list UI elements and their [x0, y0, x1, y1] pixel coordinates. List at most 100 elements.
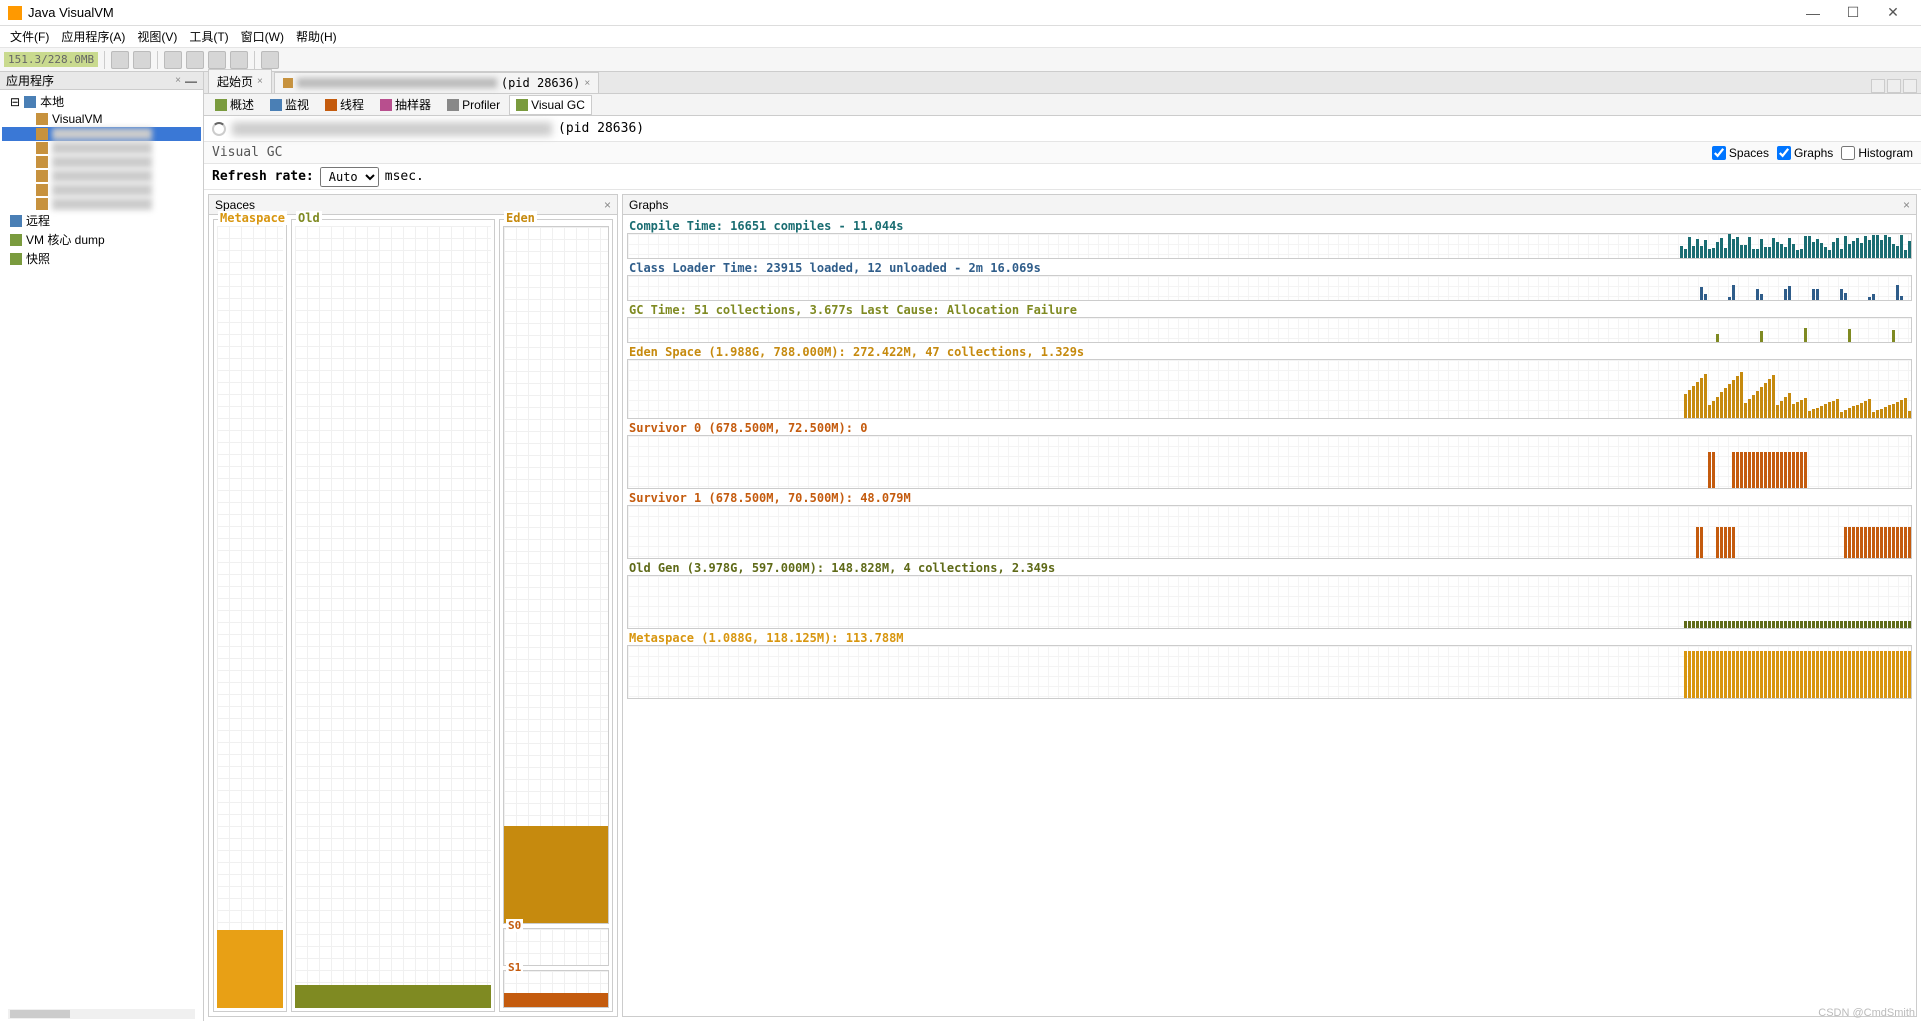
oldgen-label: Old Gen (3.978G, 597.000M): 148.828M, 4 …	[627, 561, 1912, 575]
tab-overview[interactable]: 概述	[208, 93, 261, 116]
toolbar-btn-7[interactable]	[261, 51, 279, 69]
pid-label: (pid 28636)	[558, 121, 644, 136]
sidebar-tab[interactable]: 应用程序×—	[0, 72, 203, 90]
java-icon	[36, 198, 48, 210]
nav-prev-icon[interactable]	[1871, 79, 1885, 93]
tree-app-2[interactable]	[2, 141, 201, 155]
nav-next-icon[interactable]	[1887, 79, 1901, 93]
tab-start[interactable]: 起始页×	[208, 69, 272, 93]
java-icon	[36, 184, 48, 196]
pid-row: (pid 28636)	[204, 116, 1921, 142]
close-button[interactable]: ✕	[1873, 4, 1913, 21]
menu-view[interactable]: 视图(V)	[131, 26, 183, 47]
window-title: Java VisualVM	[28, 5, 1793, 20]
oldgen-chart	[627, 575, 1912, 629]
sidebar: 应用程序×— ⊟本地 VisualVM 远程 VM 核心 dump 快照	[0, 72, 204, 1021]
checkbox-spaces[interactable]: Spaces	[1712, 146, 1769, 160]
loading-icon	[212, 122, 226, 136]
tab-nav	[1871, 79, 1921, 93]
graphs-title: Graphs	[629, 198, 668, 212]
nav-list-icon[interactable]	[1903, 79, 1917, 93]
tree-snapshot[interactable]: 快照	[2, 249, 201, 268]
tab-threads[interactable]: 线程	[318, 93, 371, 116]
tab-monitor[interactable]: 监视	[263, 93, 316, 116]
tab-sampler[interactable]: 抽样器	[373, 93, 438, 116]
sidebar-tab-close-icon[interactable]: ×	[175, 75, 181, 86]
refresh-select[interactable]: Auto	[320, 167, 379, 187]
maximize-button[interactable]: ☐	[1833, 4, 1873, 21]
metaspace-column: Metaspace	[213, 219, 287, 1012]
menu-file[interactable]: 文件(F)	[4, 26, 55, 47]
sidebar-tab-min-icon[interactable]: —	[185, 74, 197, 88]
toolbar-btn-2[interactable]	[133, 51, 151, 69]
snapshot-icon	[10, 253, 22, 265]
monitor-icon	[270, 99, 282, 111]
tree-local[interactable]: ⊟本地	[2, 92, 201, 111]
menu-tools[interactable]: 工具(T)	[183, 26, 234, 47]
checkbox-graphs[interactable]: Graphs	[1777, 146, 1833, 160]
eden-column: Eden S0 S1	[499, 219, 613, 1012]
graphs-panel: Graphs × Compile Time: 16651 compiles - 1…	[622, 194, 1917, 1017]
host-icon	[24, 96, 36, 108]
menu-apps[interactable]: 应用程序(A)	[55, 26, 131, 47]
document-tabs: 起始页× (pid 28636)×	[204, 72, 1921, 94]
close-icon[interactable]: ×	[584, 78, 590, 89]
menu-help[interactable]: 帮助(H)	[290, 26, 343, 47]
s0-label: Survivor 0 (678.500M, 72.500M): 0	[627, 421, 1912, 435]
refresh-label: Refresh rate:	[212, 169, 314, 184]
s0-chart	[627, 435, 1912, 489]
compile-label: Compile Time: 16651 compiles - 11.044s	[627, 219, 1912, 233]
close-icon[interactable]: ×	[257, 76, 263, 87]
tab-visualgc[interactable]: Visual GC	[509, 95, 592, 115]
gctime-chart	[627, 317, 1912, 343]
expand-icon: ⊟	[10, 95, 20, 109]
tree-visualvm[interactable]: VisualVM	[2, 111, 201, 127]
toolbar-btn-1[interactable]	[111, 51, 129, 69]
refresh-unit: msec.	[385, 169, 424, 184]
tree-app-6[interactable]	[2, 197, 201, 211]
old-column: Old	[291, 219, 495, 1012]
close-icon[interactable]: ×	[604, 198, 611, 212]
tree-remote[interactable]: 远程	[2, 211, 201, 230]
profiler-icon	[447, 99, 459, 111]
tab-profiler[interactable]: Profiler	[440, 95, 507, 115]
visualgc-header: Visual GC Spaces Graphs Histogram	[204, 142, 1921, 164]
classloader-label: Class Loader Time: 23915 loaded, 12 unlo…	[627, 261, 1912, 275]
java-icon	[283, 78, 293, 88]
java-icon	[36, 170, 48, 182]
refresh-row: Refresh rate: Auto msec.	[204, 164, 1921, 190]
checkbox-histogram[interactable]: Histogram	[1841, 146, 1913, 160]
visualgc-title: Visual GC	[212, 145, 282, 160]
tree-app-selected[interactable]	[2, 127, 201, 141]
tree-app-4[interactable]	[2, 169, 201, 183]
memory-label: 151.3/228.0MB	[4, 52, 98, 67]
spaces-panel: Spaces× Metaspace Old Eden S0 S1	[208, 194, 618, 1017]
app-tree: ⊟本地 VisualVM 远程 VM 核心 dump 快照	[0, 90, 203, 1007]
minimize-button[interactable]: —	[1793, 5, 1833, 21]
sampler-icon	[380, 99, 392, 111]
toolbar: 151.3/228.0MB	[0, 48, 1921, 72]
tab-app[interactable]: (pid 28636)×	[274, 72, 599, 93]
sidebar-scrollbar[interactable]	[8, 1009, 195, 1019]
gctime-label: GC Time: 51 collections, 3.677s Last Cau…	[627, 303, 1912, 317]
visualgc-icon	[516, 99, 528, 111]
s1-chart	[627, 505, 1912, 559]
eden-label: Eden Space (1.988G, 788.000M): 272.422M,…	[627, 345, 1912, 359]
toolbar-btn-5[interactable]	[208, 51, 226, 69]
menu-window[interactable]: 窗口(W)	[235, 26, 290, 47]
java-icon	[36, 113, 48, 125]
view-tabs: 概述 监视 线程 抽样器 Profiler Visual GC	[204, 94, 1921, 116]
toolbar-btn-3[interactable]	[164, 51, 182, 69]
menubar: 文件(F) 应用程序(A) 视图(V) 工具(T) 窗口(W) 帮助(H)	[0, 26, 1921, 48]
tree-coredump[interactable]: VM 核心 dump	[2, 230, 201, 249]
metaspace-chart	[627, 645, 1912, 699]
tree-app-3[interactable]	[2, 155, 201, 169]
s1-box: S1	[503, 970, 609, 1008]
toolbar-btn-4[interactable]	[186, 51, 204, 69]
toolbar-btn-6[interactable]	[230, 51, 248, 69]
close-icon[interactable]: ×	[1903, 198, 1910, 212]
watermark: CSDN @CmdSmith	[1818, 1007, 1915, 1019]
classloader-chart	[627, 275, 1912, 301]
tree-app-5[interactable]	[2, 183, 201, 197]
java-icon	[36, 128, 48, 140]
